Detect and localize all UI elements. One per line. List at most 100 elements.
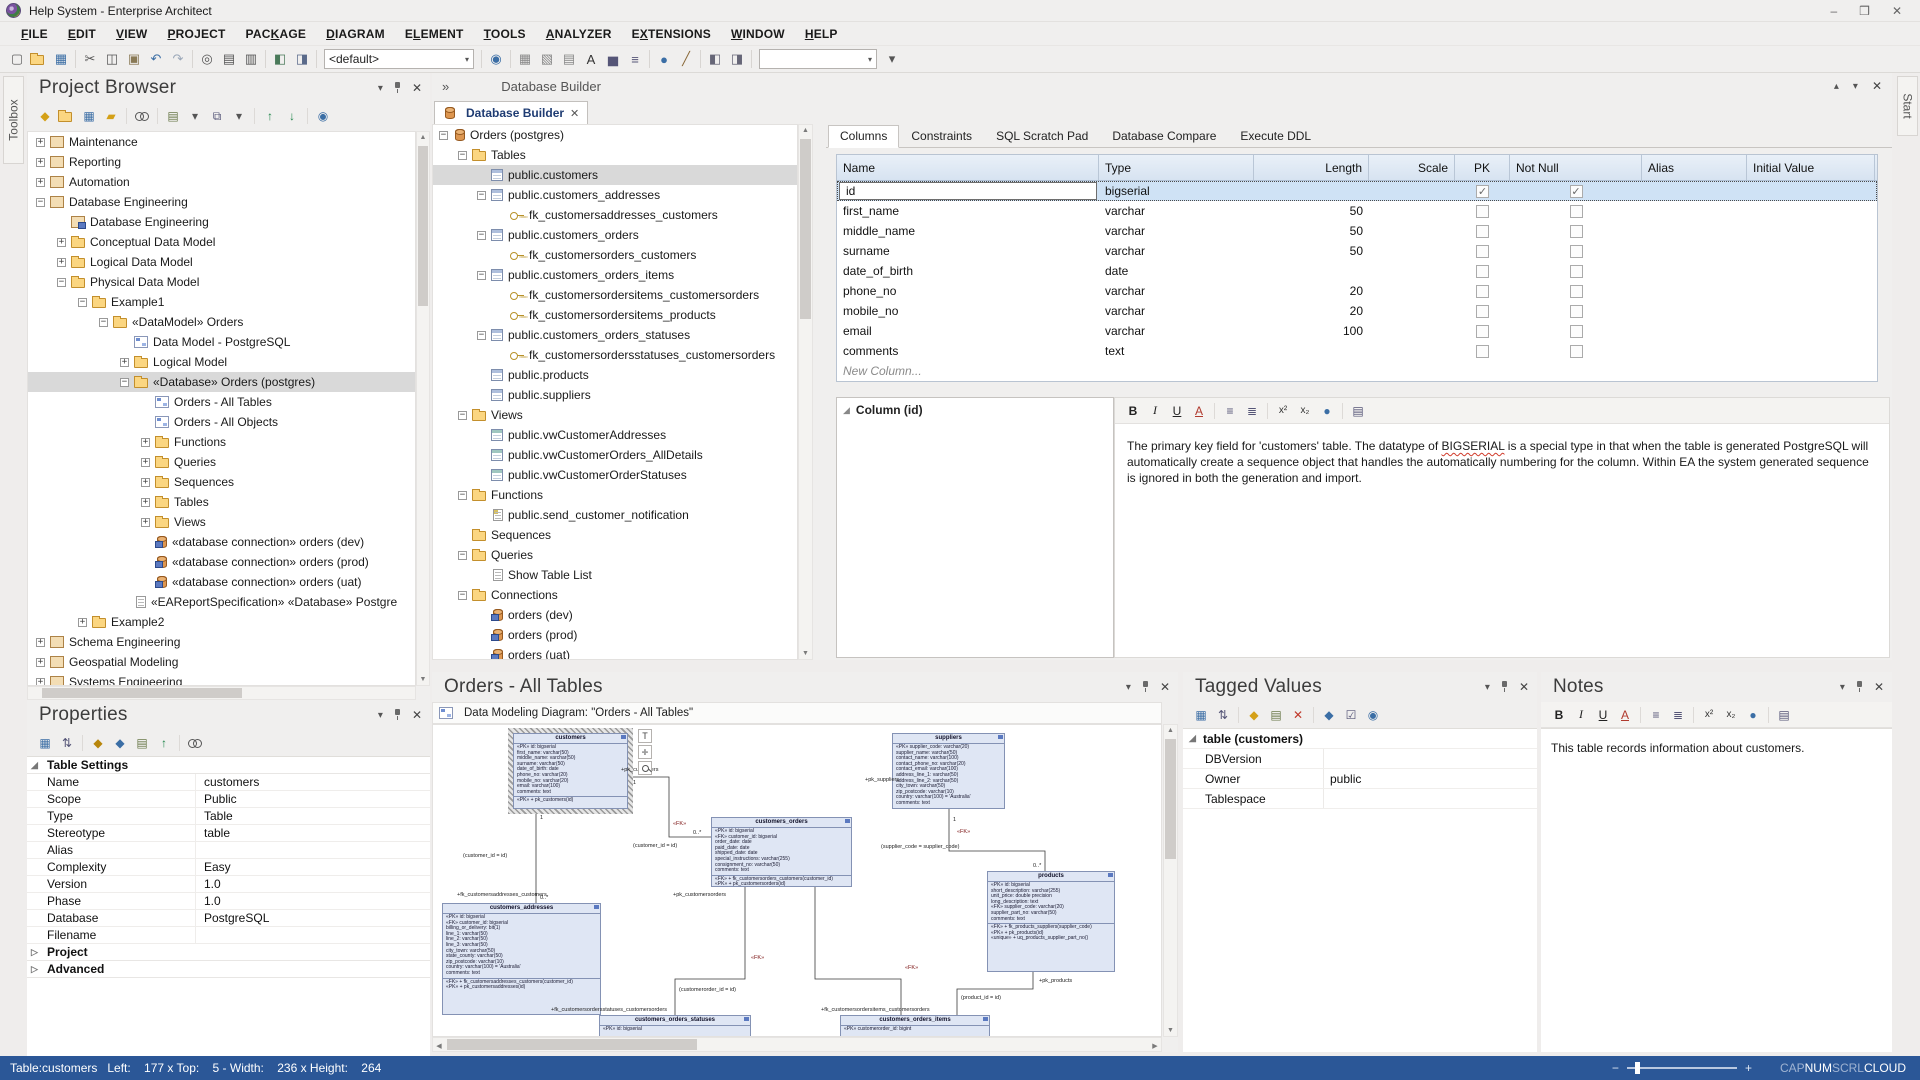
property-group-advanced[interactable]: ▷Advanced bbox=[27, 961, 430, 978]
tagged-value-row[interactable]: Ownerpublic bbox=[1183, 769, 1537, 789]
dropdown-icon[interactable]: ▾ bbox=[229, 107, 249, 125]
diamond-icon[interactable]: ◆ bbox=[110, 734, 130, 752]
checkbox-icon[interactable] bbox=[1570, 265, 1583, 278]
tree-item[interactable]: +Schema Engineering bbox=[28, 632, 415, 652]
collapse-triangle-icon[interactable]: ◢ bbox=[843, 405, 850, 416]
grid-cell[interactable] bbox=[1369, 221, 1455, 241]
tree-item[interactable]: +Logical Model bbox=[28, 352, 415, 372]
tree-item[interactable]: Orders - All Tables bbox=[28, 392, 415, 412]
tree-item[interactable]: +Example2 bbox=[28, 612, 415, 632]
table-row[interactable]: phone_novarchar20 bbox=[837, 281, 1877, 301]
list-view-icon[interactable]: ≡ bbox=[624, 49, 646, 69]
tab-database-compare[interactable]: Database Compare bbox=[1100, 125, 1228, 148]
tree-item[interactable]: +Functions bbox=[28, 432, 415, 452]
grid-cell[interactable] bbox=[1510, 341, 1642, 361]
expander-icon[interactable]: − bbox=[477, 271, 486, 280]
bullet-list-icon[interactable]: ≡ bbox=[1220, 402, 1240, 420]
table-row[interactable]: mobile_novarchar20 bbox=[837, 301, 1877, 321]
diagram-table-customers_orders_items[interactable]: customers_orders_items«PK» customerorder… bbox=[840, 1015, 990, 1037]
reading-glasses-icon[interactable] bbox=[185, 734, 205, 752]
grid-cell[interactable]: phone_no bbox=[837, 281, 1099, 301]
diagram-horizontal-scrollbar[interactable]: ◀ ▶ bbox=[432, 1037, 1162, 1052]
tree-item[interactable]: −public.customers_addresses bbox=[433, 185, 797, 205]
zoom-slider[interactable] bbox=[1627, 1067, 1737, 1069]
diagram-vertical-scrollbar[interactable]: ▲ ▼ bbox=[1163, 724, 1178, 1037]
expander-icon[interactable]: + bbox=[36, 138, 45, 147]
document-view-icon[interactable]: ▤ bbox=[558, 49, 580, 69]
expander-icon[interactable]: + bbox=[57, 258, 66, 267]
tree-item[interactable]: +Geospatial Modeling bbox=[28, 652, 415, 672]
grid-cell[interactable]: 20 bbox=[1254, 281, 1369, 301]
grid-cell[interactable] bbox=[1642, 341, 1747, 361]
grid-cell[interactable]: email bbox=[837, 321, 1099, 341]
expander-icon[interactable]: − bbox=[458, 491, 467, 500]
grid-cell[interactable]: surname bbox=[837, 241, 1099, 261]
tree-item[interactable]: «EAReportSpecification» «Database» Postg… bbox=[28, 592, 415, 612]
grid-cell[interactable] bbox=[1455, 301, 1510, 321]
superscript-icon[interactable]: x² bbox=[1699, 706, 1719, 724]
property-row[interactable]: Alias bbox=[27, 842, 430, 859]
grid-cell[interactable]: varchar bbox=[1099, 241, 1254, 261]
grid-cell[interactable] bbox=[1642, 281, 1747, 301]
tree-item[interactable]: orders (prod) bbox=[433, 625, 797, 645]
copy-icon[interactable]: ◫ bbox=[101, 49, 123, 69]
diagram-table-suppliers[interactable]: suppliers«PK» supplier_code: varchar(20)… bbox=[892, 733, 1005, 809]
tag-value[interactable] bbox=[1323, 749, 1537, 768]
tree-item[interactable]: +Views bbox=[28, 512, 415, 532]
maximize-button[interactable]: ❒ bbox=[1859, 4, 1870, 18]
table-row[interactable]: idbigserial✓✓ bbox=[837, 181, 1877, 201]
tree-item[interactable]: Database Engineering bbox=[28, 212, 415, 232]
move-tool-icon[interactable]: ✛ bbox=[638, 745, 652, 759]
grid-view-icon[interactable]: ▦ bbox=[514, 49, 536, 69]
tree-item[interactable]: public.products bbox=[433, 365, 797, 385]
tree-item[interactable]: orders (dev) bbox=[433, 605, 797, 625]
panel-menu-icon[interactable]: ▾ bbox=[1840, 682, 1845, 693]
expander-icon[interactable]: + bbox=[36, 158, 45, 167]
sort-az-icon[interactable]: ⇅ bbox=[1213, 706, 1233, 724]
property-row[interactable]: DatabasePostgreSQL bbox=[27, 910, 430, 927]
tree-item[interactable]: +Queries bbox=[28, 452, 415, 472]
checkbox-icon[interactable] bbox=[1476, 345, 1489, 358]
tab-execute-ddl[interactable]: Execute DDL bbox=[1228, 125, 1323, 148]
numbered-list-icon[interactable]: ≣ bbox=[1242, 402, 1262, 420]
table-row[interactable]: middle_namevarchar50 bbox=[837, 221, 1877, 241]
column-header-initial-value[interactable]: Initial Value bbox=[1747, 155, 1875, 180]
grid-cell[interactable] bbox=[1747, 341, 1875, 361]
expander-icon[interactable]: + bbox=[120, 358, 129, 367]
subscript-icon[interactable]: x₂ bbox=[1295, 402, 1315, 420]
table-row[interactable]: commentstext bbox=[837, 341, 1877, 361]
grid-cell[interactable]: date_of_birth bbox=[837, 261, 1099, 281]
property-value[interactable]: customers bbox=[195, 774, 430, 790]
grid-cell[interactable]: ✓ bbox=[1510, 181, 1642, 201]
expander-icon[interactable]: + bbox=[36, 638, 45, 647]
property-row[interactable]: Stereotypetable bbox=[27, 825, 430, 842]
column-header-scale[interactable]: Scale bbox=[1369, 155, 1455, 180]
diagram-table-products[interactable]: products«PK» id: bigserialshort_descript… bbox=[987, 871, 1115, 972]
underline-icon[interactable]: U bbox=[1167, 402, 1187, 420]
chevron-down-icon[interactable]: ▾ bbox=[862, 55, 872, 64]
cut-icon[interactable]: ✂ bbox=[79, 49, 101, 69]
zoom-tool-icon[interactable] bbox=[638, 761, 652, 775]
expander-icon[interactable]: − bbox=[477, 231, 486, 240]
table-row[interactable]: surnamevarchar50 bbox=[837, 241, 1877, 261]
help-sphere-icon[interactable]: ◉ bbox=[485, 49, 507, 69]
tree-item[interactable]: public.vwCustomerOrderStatuses bbox=[433, 465, 797, 485]
grid-cell[interactable] bbox=[1642, 221, 1747, 241]
expander-icon[interactable]: + bbox=[141, 458, 150, 467]
categorized-icon[interactable]: ▦ bbox=[35, 734, 55, 752]
panel-menu-icon[interactable]: ▾ bbox=[1485, 682, 1490, 693]
scroll-up-icon[interactable]: ▲ bbox=[1164, 727, 1177, 734]
start-side-tab[interactable]: Start bbox=[1897, 76, 1918, 136]
grid-cell[interactable] bbox=[1254, 261, 1369, 281]
tree-item[interactable]: −Functions bbox=[433, 485, 797, 505]
panel-menu-icon[interactable]: ▾ bbox=[378, 83, 383, 94]
menu-file[interactable]: FILE bbox=[12, 24, 57, 44]
column-header-pk[interactable]: PK bbox=[1455, 155, 1510, 180]
dropdown-icon[interactable]: ▾ bbox=[881, 49, 903, 69]
info-icon[interactable]: ◉ bbox=[1363, 706, 1383, 724]
grid-cell[interactable] bbox=[1254, 341, 1369, 361]
menu-help[interactable]: HELP bbox=[796, 24, 847, 44]
new-package-icon[interactable]: ◆ bbox=[35, 107, 55, 125]
tree-item[interactable]: −Database Engineering bbox=[28, 192, 415, 212]
toolbox-side-tab[interactable]: Toolbox bbox=[3, 76, 24, 164]
